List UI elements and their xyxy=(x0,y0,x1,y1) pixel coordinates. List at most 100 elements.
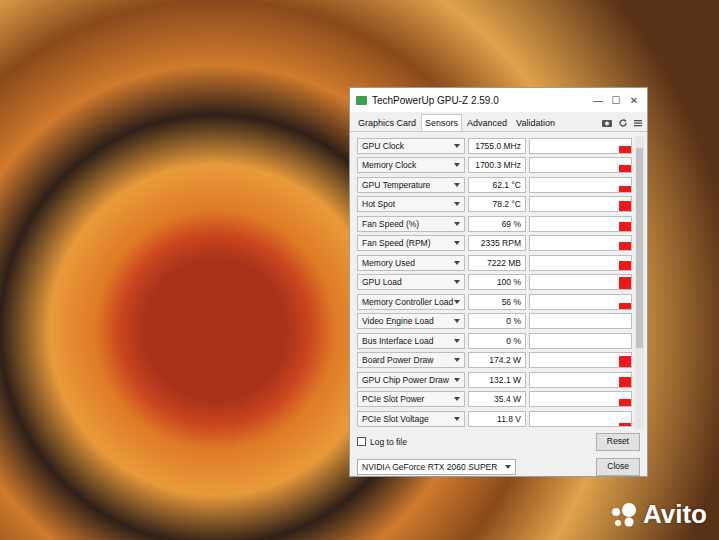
menu-icon[interactable] xyxy=(633,118,643,128)
dropdown-arrow-icon[interactable] xyxy=(505,465,511,469)
close-button[interactable]: Close xyxy=(596,458,640,476)
dropdown-arrow-icon[interactable] xyxy=(454,300,460,304)
sensor-row: PCIe Slot Power 35.4 W xyxy=(357,390,632,410)
sensor-row: Hot Spot78.2 °C xyxy=(357,195,632,215)
sensor-name: Hot Spot xyxy=(362,199,395,209)
sensor-graph xyxy=(529,235,632,251)
sensor-row: GPU Chip Power Draw132.1 W xyxy=(357,370,632,390)
log-line: Log to file Reset xyxy=(357,433,640,451)
gpu-select[interactable]: NVIDIA GeForce RTX 2060 SUPER xyxy=(357,459,516,475)
sensor-name: Memory Clock xyxy=(362,160,416,170)
dropdown-arrow-icon[interactable] xyxy=(454,222,460,226)
log-checkbox[interactable] xyxy=(357,437,366,446)
tab[interactable]: Validation xyxy=(512,114,559,131)
sensor-row: Video Engine Load0 % xyxy=(357,312,632,332)
sensor-name: PCIe Slot Power xyxy=(362,394,424,404)
dropdown-arrow-icon[interactable] xyxy=(454,261,460,265)
dropdown-arrow-icon[interactable] xyxy=(454,319,460,323)
sensor-label[interactable]: Memory Clock xyxy=(357,157,465,173)
dropdown-arrow-icon[interactable] xyxy=(454,339,460,343)
sensor-label[interactable]: Memory Used xyxy=(357,255,465,271)
scrollbar[interactable] xyxy=(635,136,644,429)
sensor-label[interactable]: GPU Clock xyxy=(357,138,465,154)
title-bar: TechPowerUp GPU-Z 2.59.0 — ☐ ✕ xyxy=(350,88,647,112)
minimize-button[interactable]: — xyxy=(591,95,605,106)
sensor-name: Memory Controller Load xyxy=(362,297,453,307)
sensor-value: 0 % xyxy=(468,333,526,349)
sensor-graph-fill xyxy=(619,201,631,211)
sensor-row: GPU Load100 % xyxy=(357,273,632,293)
sensor-value: 1700.3 MHz xyxy=(468,157,526,173)
sensor-label[interactable]: GPU Load xyxy=(357,274,465,290)
sensor-graph xyxy=(529,255,632,271)
sensor-name: PCIe Slot Voltage xyxy=(362,414,429,424)
tab[interactable]: Sensors xyxy=(421,114,462,131)
sensor-graph xyxy=(529,333,632,349)
sensor-value: 100 % xyxy=(468,274,526,290)
sensor-name: Fan Speed (RPM) xyxy=(362,238,431,248)
sensor-row: Bus Interface Load 0 % xyxy=(357,331,632,351)
sensor-graph-fill xyxy=(619,356,631,367)
sensor-label[interactable]: Fan Speed (%) xyxy=(357,216,465,232)
maximize-button[interactable]: ☐ xyxy=(609,95,623,106)
log-label: Log to file xyxy=(370,437,407,447)
dropdown-arrow-icon[interactable] xyxy=(454,358,460,362)
dropdown-arrow-icon[interactable] xyxy=(454,417,460,421)
scrollbar-thumb[interactable] xyxy=(636,148,643,348)
sensor-graph xyxy=(529,274,632,290)
tab[interactable]: Graphics Card xyxy=(354,114,420,131)
sensor-value: 1755.0 MHz xyxy=(468,138,526,154)
sensor-row: Board Power Draw174.2 W xyxy=(357,351,632,371)
sensor-value: 174.2 W xyxy=(468,352,526,368)
device-line: NVIDIA GeForce RTX 2060 SUPER Close xyxy=(357,458,640,476)
window-title: TechPowerUp GPU-Z 2.59.0 xyxy=(372,95,586,106)
sensor-graph xyxy=(529,313,632,329)
sensor-graph-fill xyxy=(619,423,631,426)
sensor-name: Video Engine Load xyxy=(362,316,434,326)
sensor-name: GPU Temperature xyxy=(362,180,430,190)
sensor-label[interactable]: Memory Controller Load xyxy=(357,294,465,310)
dropdown-arrow-icon[interactable] xyxy=(454,397,460,401)
sensor-row: GPU Clock1755.0 MHz xyxy=(357,136,632,156)
sensor-row: GPU Temperature 62.1 °C xyxy=(357,175,632,195)
sensor-graph xyxy=(529,138,632,154)
tab[interactable]: Advanced xyxy=(463,114,511,131)
sensor-label[interactable]: Video Engine Load xyxy=(357,313,465,329)
sensor-name: Bus Interface Load xyxy=(362,336,433,346)
sensor-name: GPU Chip Power Draw xyxy=(362,375,449,385)
sensor-label[interactable]: Board Power Draw xyxy=(357,352,465,368)
dropdown-arrow-icon[interactable] xyxy=(454,144,460,148)
sensor-row: PCIe Slot Voltage11.8 V xyxy=(357,409,632,429)
sensor-value: 56 % xyxy=(468,294,526,310)
dropdown-arrow-icon[interactable] xyxy=(454,163,460,167)
dropdown-arrow-icon[interactable] xyxy=(454,202,460,206)
log-checkbox-row[interactable]: Log to file xyxy=(357,437,407,447)
sensor-label[interactable]: Bus Interface Load xyxy=(357,333,465,349)
sensor-name: Memory Used xyxy=(362,258,415,268)
sensor-label[interactable]: GPU Temperature xyxy=(357,177,465,193)
sensor-label[interactable]: Fan Speed (RPM) xyxy=(357,235,465,251)
dropdown-arrow-icon[interactable] xyxy=(454,280,460,284)
dropdown-arrow-icon[interactable] xyxy=(454,183,460,187)
gpu-name: NVIDIA GeForce RTX 2060 SUPER xyxy=(362,462,497,472)
dropdown-arrow-icon[interactable] xyxy=(454,378,460,382)
sensor-value: 62.1 °C xyxy=(468,177,526,193)
sensor-graph xyxy=(529,372,632,388)
sensor-value: 2335 RPM xyxy=(468,235,526,251)
sensor-list: GPU Clock1755.0 MHz Memory Clock 1700.3 MH… xyxy=(357,136,632,429)
sensor-graph-fill xyxy=(619,222,631,230)
sensor-label[interactable]: GPU Chip Power Draw xyxy=(357,372,465,388)
bottom-bar: Log to file Reset NVIDIA GeForce RTX 2060 … xyxy=(350,429,647,482)
dropdown-arrow-icon[interactable] xyxy=(454,241,460,245)
sensor-label[interactable]: PCIe Slot Power xyxy=(357,391,465,407)
toolbar xyxy=(601,118,643,131)
sensor-graph xyxy=(529,177,632,193)
refresh-icon[interactable] xyxy=(618,118,628,128)
sensor-value: 35.4 W xyxy=(468,391,526,407)
camera-icon[interactable] xyxy=(601,118,613,128)
sensor-label[interactable]: PCIe Slot Voltage xyxy=(357,411,465,427)
sensor-label[interactable]: Hot Spot xyxy=(357,196,465,212)
reset-button[interactable]: Reset xyxy=(596,433,640,451)
window-controls: — ☐ ✕ xyxy=(591,95,641,106)
close-window-button[interactable]: ✕ xyxy=(627,95,641,106)
